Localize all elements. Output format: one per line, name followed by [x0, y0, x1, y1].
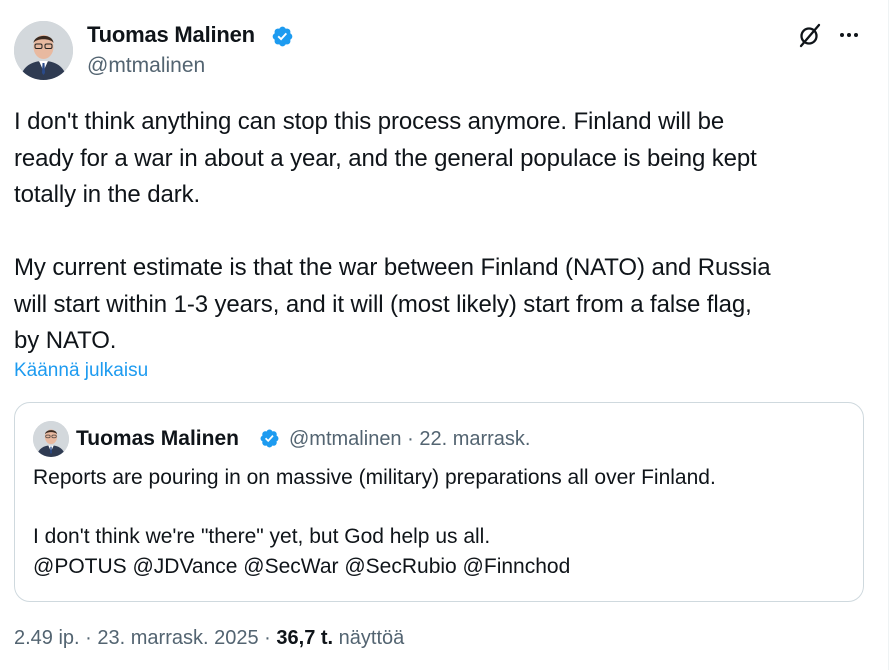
quoted-author-name: Tuomas Malinen [76, 427, 239, 450]
verified-badge-icon[interactable] [271, 25, 294, 48]
author-name[interactable]: Tuomas Malinen [87, 22, 255, 48]
grok-icon[interactable] [797, 22, 823, 48]
column-divider [888, 0, 889, 670]
author-handle[interactable]: @mtmalinen [87, 54, 205, 78]
post-date[interactable]: 23. marrask. 2025 [97, 627, 258, 649]
quoted-post-card[interactable]: Tuomas Malinen @mtmalinen · 22. marrask.… [14, 402, 864, 602]
quoted-post-meta: @mtmalinen · 22. marrask. [289, 428, 531, 450]
author-avatar[interactable] [14, 21, 73, 80]
quoted-post-text: Reports are pouring in on massive (milit… [33, 466, 716, 578]
quoted-author-avatar [33, 421, 69, 457]
post-timestamp-row: 2.49 ip. · 23. marrask. 2025 · 36,7 t. n… [14, 627, 404, 650]
post-time[interactable]: 2.49 ip. [14, 627, 80, 649]
views-count[interactable]: 36,7 t. [276, 627, 333, 649]
translate-post-link[interactable]: Käännä julkaisu [14, 360, 148, 382]
views-label: näyttöä [338, 627, 405, 649]
more-options-icon[interactable] [836, 22, 862, 48]
separator-dot: · [264, 627, 271, 649]
separator-dot: · [85, 627, 92, 649]
quoted-verified-badge-icon [260, 429, 279, 448]
post-text: I don't think anything can stop this pro… [14, 108, 771, 354]
